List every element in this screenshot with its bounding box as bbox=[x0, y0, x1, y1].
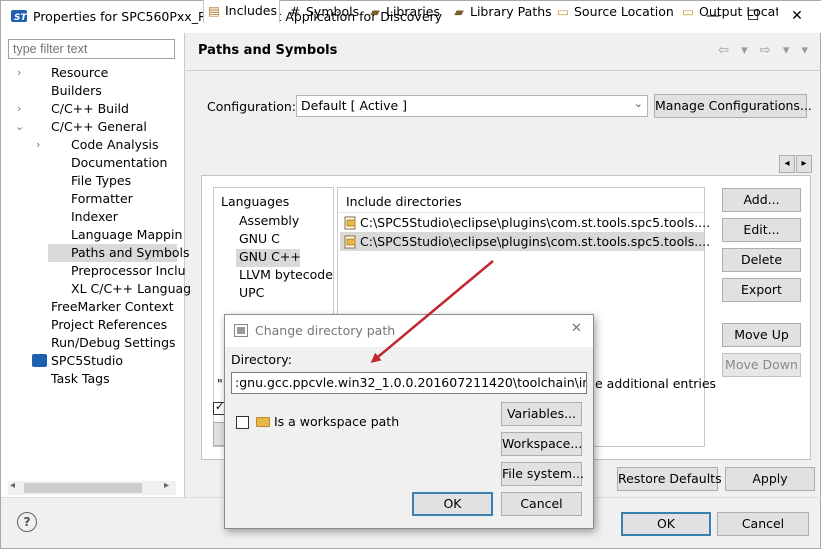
annotation-arrow bbox=[370, 260, 494, 363]
properties-window: ST Properties for SPC560Pxx_RLA STM Test… bbox=[0, 0, 821, 549]
